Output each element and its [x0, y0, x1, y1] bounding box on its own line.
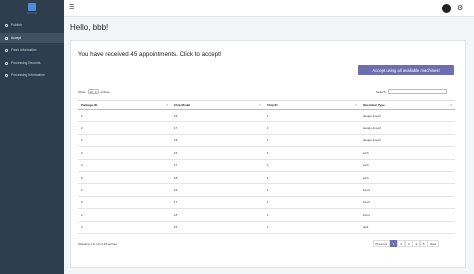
- table-cell: design-import: [360, 109, 455, 123]
- length-menu: Show 10 ▾ entries: [78, 89, 110, 94]
- table-row[interactable]: 2 18 1 bond: [78, 208, 455, 222]
- table-cell: 18: [171, 208, 264, 222]
- table-cell: 1: [264, 196, 360, 210]
- table-cell: 15: [171, 146, 264, 160]
- pagination: Previous 1 2 3 4 5 Next: [372, 240, 440, 247]
- info-icon: [5, 73, 8, 77]
- table-row[interactable]: 2 18 1 design-import: [78, 134, 455, 148]
- table-cell: etch: [360, 171, 455, 185]
- column-header-chip-model[interactable]: Chip Model ⇅: [171, 100, 264, 110]
- sidebar-item-flash-information[interactable]: Flash Information: [0, 45, 64, 55]
- table-cell: 1: [264, 221, 360, 234]
- table-row[interactable]: 2 15 1 design-import: [78, 109, 455, 123]
- sidebar: VDOSC001 Publish Accept Flash Informatio…: [0, 0, 64, 274]
- table-cell: etch: [360, 146, 455, 160]
- table-cell: 15: [171, 183, 264, 197]
- table-cell: 1: [264, 171, 360, 185]
- appointments-card: You have received 45 appointments. Click…: [70, 40, 466, 268]
- avatar[interactable]: [442, 4, 451, 13]
- table-cell: 2: [78, 109, 171, 123]
- table-cell: 2: [78, 134, 171, 148]
- table-header-row: Package ID ⇅ Chip Model ⇅ Chip ID ⇅ Operati…: [78, 100, 455, 110]
- table-cell: 1: [264, 183, 360, 197]
- sidebar-item-processing-information[interactable]: Processing Information: [0, 70, 64, 80]
- gear-icon[interactable]: ⚙: [457, 4, 463, 13]
- sidebar-item-label: Processing Information: [11, 73, 45, 77]
- accept-all-button[interactable]: Accept using all available machines!: [358, 65, 454, 75]
- table-row[interactable]: 2 15 1 split: [78, 221, 455, 234]
- table-cell: bond: [360, 183, 455, 197]
- table-cell: 18: [171, 134, 264, 148]
- table-cell: 18: [171, 171, 264, 185]
- table-cell: 2: [78, 208, 171, 222]
- table-cell: split: [360, 221, 455, 234]
- sidebar-item-processing-records[interactable]: Processing Records: [0, 58, 64, 68]
- publish-icon: [5, 23, 8, 27]
- table-row[interactable]: 2 18 1 etch: [78, 171, 455, 185]
- received-message: You have received 45 appointments. Click…: [78, 51, 222, 58]
- entries-select[interactable]: 10 ▾: [87, 89, 99, 94]
- page-title: Hello, bbb!: [70, 23, 109, 32]
- table-row[interactable]: 2 17 1 etch: [78, 159, 455, 172]
- search-box: Search:: [376, 89, 448, 94]
- table-cell: 15: [171, 221, 264, 234]
- next-button[interactable]: Next: [427, 240, 440, 247]
- topbar: ☰ ⚙: [64, 0, 474, 17]
- table-cell: 15: [171, 109, 264, 123]
- column-header-operation-type[interactable]: Operation Type ⇅: [360, 100, 455, 110]
- table-cell: 2: [78, 171, 171, 185]
- table-cell: 17: [171, 159, 264, 172]
- table-row[interactable]: 2 17 1 bond: [78, 196, 455, 210]
- table-cell: 17: [171, 121, 264, 135]
- search-label: Search:: [376, 89, 387, 94]
- table-cell: 1: [264, 146, 360, 160]
- sidebar-item-publish[interactable]: Publish: [0, 20, 64, 30]
- table-cell: 1: [264, 121, 360, 135]
- flash-icon: [5, 48, 8, 52]
- table-cell: 17: [171, 196, 264, 210]
- table-cell: etch: [360, 159, 455, 172]
- sidebar-item-label: Publish: [11, 23, 22, 27]
- sort-icon: ⇅: [354, 104, 357, 107]
- table-cell: bond: [360, 196, 455, 210]
- table-cell: 2: [78, 121, 171, 135]
- accept-icon: [5, 36, 8, 40]
- table-row[interactable]: 2 15 1 etch: [78, 146, 455, 160]
- sort-icon: ⇅: [258, 104, 261, 107]
- table-info: Showing 1 to 10 of 45 entries: [78, 242, 117, 246]
- chevron-down-icon: ▾: [95, 89, 97, 94]
- sidebar-item-label: Accept: [11, 36, 22, 40]
- table-cell: design-import: [360, 134, 455, 148]
- length-label-before: Show: [78, 89, 86, 94]
- table-cell: 2: [78, 146, 171, 160]
- sidebar-item-label: Processing Records: [11, 61, 41, 65]
- entries-value: 10: [89, 89, 93, 94]
- hamburger-icon[interactable]: ☰: [69, 4, 74, 11]
- length-label-after: entries: [100, 89, 110, 94]
- sidebar-item-label: Flash Information: [11, 48, 37, 52]
- table-cell: 2: [78, 221, 171, 234]
- table-cell: 1: [264, 134, 360, 148]
- logo-text: VDOSC001: [26, 13, 38, 15]
- table-cell: 1: [264, 109, 360, 123]
- search-input[interactable]: [388, 89, 448, 94]
- appointments-table: Package ID ⇅ Chip Model ⇅ Chip ID ⇅ Operati…: [78, 100, 455, 234]
- sort-icon: ⇅: [449, 104, 452, 107]
- sort-icon: ⇅: [165, 104, 168, 107]
- table-cell: 1: [264, 208, 360, 222]
- table-row[interactable]: 2 15 1 bond: [78, 183, 455, 197]
- table-cell: bond: [360, 208, 455, 222]
- sidebar-item-accept[interactable]: Accept: [0, 33, 64, 43]
- table-cell: 1: [264, 159, 360, 172]
- table-cell: 2: [78, 159, 171, 172]
- records-icon: [5, 61, 8, 65]
- table-cell: 2: [78, 183, 171, 197]
- table-row[interactable]: 2 17 1 design-import: [78, 121, 455, 135]
- previous-button[interactable]: Previous: [372, 240, 391, 247]
- column-header-package-id[interactable]: Package ID ⇅: [78, 100, 171, 110]
- table-cell: design-import: [360, 121, 455, 135]
- logo-icon[interactable]: [28, 3, 36, 11]
- table-cell: 2: [78, 196, 171, 210]
- column-header-chip-id[interactable]: Chip ID ⇅: [264, 100, 360, 110]
